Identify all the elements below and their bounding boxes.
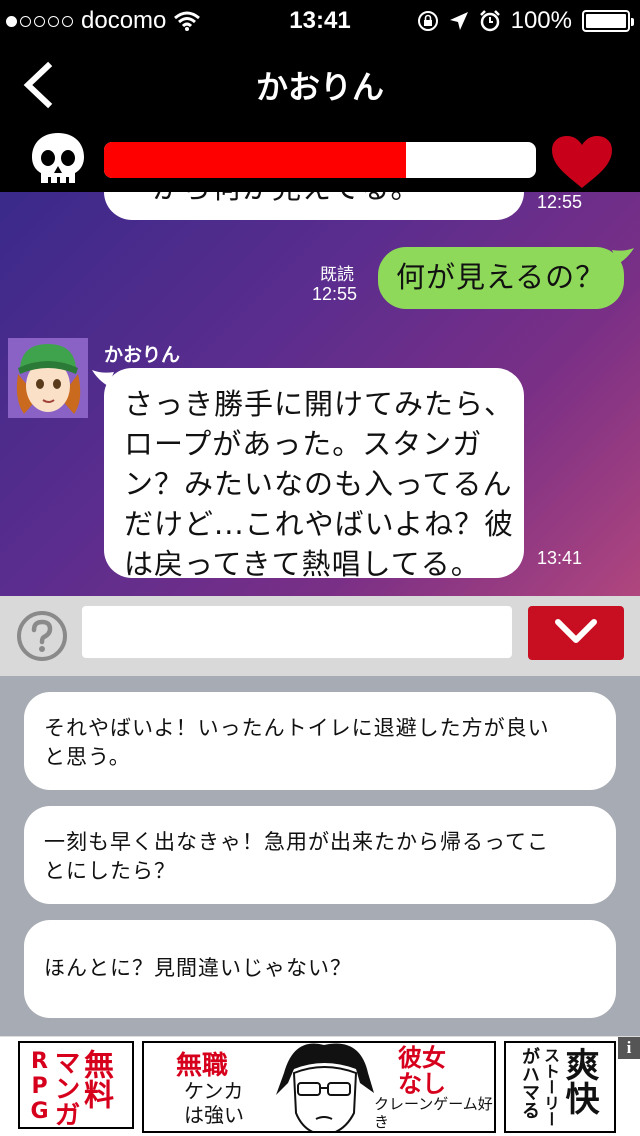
status-bar: docomo 13:41 100% (0, 0, 640, 40)
chevron-down-icon (555, 619, 597, 643)
question-circle-icon[interactable] (16, 610, 68, 662)
skull-icon (32, 133, 84, 183)
ad-text: 爽快 (559, 1047, 599, 1115)
nav-bar: かおりん (0, 40, 640, 128)
ad-text: 彼女なし (398, 1044, 446, 1098)
page-title: かおりん (255, 68, 384, 106)
ad-character-image (276, 1043, 374, 1131)
message-text: ーから何か見えてる。 (104, 192, 524, 208)
battery-percent: 100% (510, 7, 572, 34)
message-time: 12:55 (312, 284, 358, 304)
reply-option-line: 一刻も早く出なきゃ！急用が出来たから帰るってこ (44, 830, 549, 854)
message-line: ロープがあった。スタンガ (124, 427, 483, 461)
ad-text: マンガ (50, 1049, 80, 1127)
reply-option-line: と思う。 (44, 745, 131, 769)
message-text: 何が見えるの？ (396, 260, 606, 294)
reply-option-line: ほんとに？見間違いじゃない？ (44, 956, 352, 980)
message-input[interactable] (82, 606, 512, 658)
ad-text: RPG (27, 1049, 52, 1124)
reply-option[interactable]: それやばいよ！いったんトイレに退避した方が良い と思う。 (24, 692, 616, 790)
avatar-image (8, 338, 88, 418)
ad-text: クレーンゲーム好き (374, 1095, 493, 1131)
affection-meter (0, 128, 640, 192)
ad-text: ケンカは強い (184, 1079, 244, 1127)
reply-options: それやばいよ！いったんトイレに退避した方が良い と思う。 一刻も早く出なきゃ！急… (0, 676, 640, 1036)
heart-icon (552, 136, 612, 188)
message-bubble-outgoing: 何が見えるの？ (378, 247, 624, 309)
message-bubble-incoming: さっき勝手に開けてみたら、 ロープがあった。スタンガ ン？みたいなのも入ってるん… (104, 368, 524, 581)
chat-area[interactable]: ーから何か見えてる。 12:55 既読 12:55 何が見えるの？ かおりん さ… (0, 192, 640, 596)
avatar[interactable] (8, 338, 88, 418)
reply-option-line: とにしたら？ (44, 859, 176, 883)
location-icon (449, 12, 468, 30)
message-time: 13:41 (537, 548, 583, 568)
ad-text: がハマる (519, 1047, 540, 1119)
input-bar (0, 596, 640, 676)
reply-option[interactable]: 一刻も早く出なきゃ！急用が出来たから帰るってこ とにしたら？ (24, 806, 616, 904)
affection-bar-fill (104, 142, 407, 178)
orientation-lock-icon (417, 11, 438, 31)
status-bar-right: 100% (417, 7, 634, 35)
message-time: 12:55 (537, 192, 583, 212)
toggle-options-button[interactable] (528, 606, 624, 660)
reply-option-line: それやばいよ！いったんトイレに退避した方が良い (44, 716, 550, 740)
message-bubble-incoming: ーから何か見えてる。 (104, 192, 524, 220)
ad-banner[interactable]: 無料 マンガ RPG 無職 ケンカは強い 彼女なし クレーンゲーム好き 爽快 ス… (0, 1036, 640, 1136)
message-line: さっき勝手に開けてみたら、 (124, 387, 515, 421)
alarm-icon (479, 10, 500, 32)
ad-left-panel: 無料 マンガ RPG (18, 1041, 134, 1129)
bubble-tail-outgoing (612, 248, 634, 264)
ad-right-panel: 爽快 ストーリー がハマる (504, 1041, 616, 1133)
ad-text: 無料 (78, 1049, 113, 1109)
affection-bar (104, 142, 536, 178)
ad-middle-panel: 無職 ケンカは強い 彼女なし クレーンゲーム好き (142, 1041, 496, 1133)
ad-text: ストーリー (541, 1047, 560, 1127)
sender-name: かおりん (104, 344, 181, 366)
reply-option[interactable]: ほんとに？見間違いじゃない？ (24, 920, 616, 1018)
ad-text: 無職 (176, 1051, 229, 1081)
read-receipt: 既読 (320, 265, 354, 285)
message-line: ン？みたいなのも入ってるん (124, 467, 513, 501)
message-line: だけど...これやばいよね？彼 (124, 507, 515, 541)
battery-icon (582, 10, 634, 32)
ad-info-icon[interactable]: i (618, 1037, 640, 1059)
message-line: は戻ってきて熱唱してる。 (124, 547, 481, 581)
